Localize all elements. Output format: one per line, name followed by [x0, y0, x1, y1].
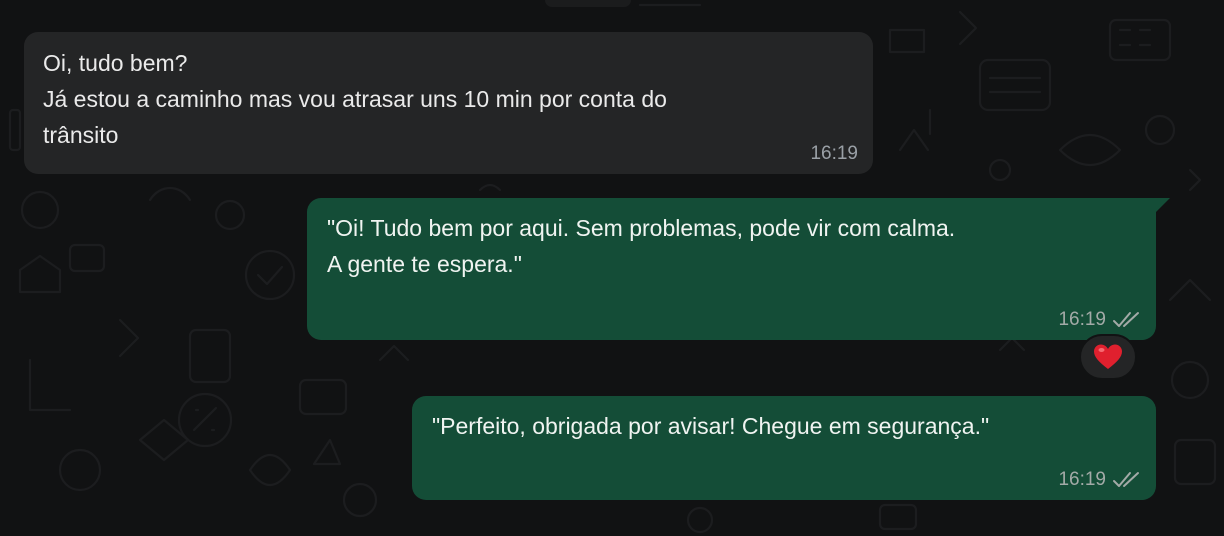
message-line: "Oi! Tudo bem por aqui. Sem problemas, p…: [327, 215, 956, 241]
message-line: Já estou a caminho mas vou atrasar uns 1…: [43, 86, 667, 112]
previous-message-edge: [545, 0, 631, 7]
bubble-tail: [1156, 198, 1170, 212]
message-line: "Perfeito, obrigada por avisar! Chegue e…: [432, 413, 990, 439]
message-line: Oi, tudo bem?: [43, 50, 188, 76]
message-time: 16:19: [810, 143, 858, 164]
message-line: trânsito: [43, 122, 119, 148]
message-meta: 16:19: [810, 143, 858, 165]
message-time: 16:19: [1058, 469, 1106, 490]
outgoing-message-bubble[interactable]: "Oi! Tudo bem por aqui. Sem problemas, p…: [307, 198, 1156, 340]
heart-emoji-icon: [1094, 344, 1122, 369]
message-line: A gente te espera.": [327, 251, 522, 277]
chat-window: Oi, tudo bem? Já estou a caminho mas vou…: [0, 0, 1224, 536]
double-check-read-icon: [1113, 312, 1139, 327]
message-time: 16:19: [1058, 309, 1106, 330]
message-meta: 16:19: [1058, 309, 1142, 331]
double-check-read-icon: [1113, 472, 1139, 487]
incoming-message-bubble[interactable]: Oi, tudo bem? Já estou a caminho mas vou…: [24, 32, 873, 174]
outgoing-message-bubble[interactable]: "Perfeito, obrigada por avisar! Chegue e…: [412, 396, 1156, 500]
message-meta: 16:19: [1058, 469, 1142, 491]
reaction-badge[interactable]: [1079, 334, 1137, 380]
